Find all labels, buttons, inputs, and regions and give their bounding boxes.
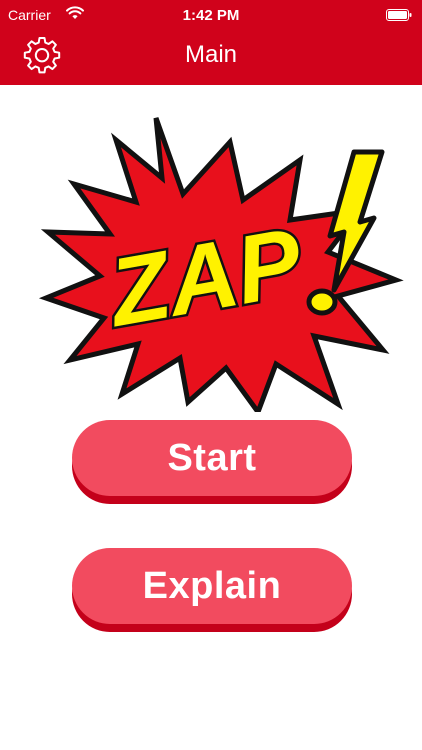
status-bar: Carrier 1:42 PM bbox=[0, 0, 422, 30]
page-title: Main bbox=[184, 41, 238, 68]
explain-button[interactable]: Explain bbox=[72, 548, 352, 632]
battery-icon bbox=[386, 9, 412, 21]
zap-illustration: ZAP bbox=[38, 112, 408, 418]
explain-button-label: Explain bbox=[142, 564, 282, 607]
start-button-face: Start bbox=[72, 420, 352, 496]
zap-burst-image: ZAP bbox=[38, 117, 404, 418]
main-screen: Carrier 1:42 PM Main ZAP Start Explain bbox=[0, 0, 422, 750]
start-button[interactable]: Start bbox=[72, 420, 352, 504]
header: Carrier 1:42 PM Main bbox=[0, 0, 422, 85]
exclamation-dot bbox=[306, 288, 338, 316]
start-button-label: Start bbox=[167, 436, 257, 479]
status-time: 1:42 PM bbox=[182, 7, 240, 24]
explain-button-face: Explain bbox=[72, 548, 352, 624]
nav-bar: Main bbox=[0, 30, 422, 80]
